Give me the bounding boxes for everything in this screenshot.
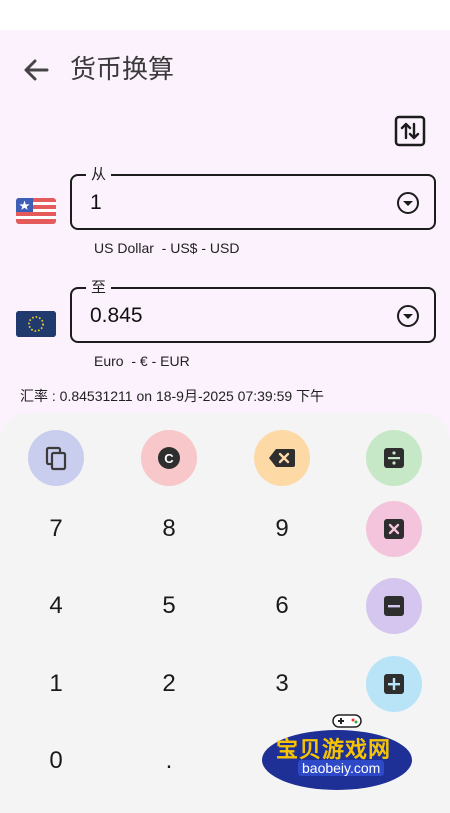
digit-6-button[interactable]: 6: [254, 578, 310, 634]
clear-icon: C: [158, 447, 180, 469]
digit-8-button[interactable]: 8: [141, 501, 197, 557]
arrow-left-icon: [24, 59, 49, 81]
minus-icon: [384, 596, 404, 616]
backspace-button[interactable]: [254, 430, 310, 486]
clear-button[interactable]: C: [141, 430, 197, 486]
from-currency-label: US Dollar - US$ - USD: [94, 240, 240, 256]
swap-icon: [394, 115, 426, 147]
to-field-label: 至: [86, 278, 112, 298]
from-field-label: 从: [86, 165, 112, 185]
multiply-icon: [384, 519, 404, 539]
add-button[interactable]: [366, 656, 422, 712]
back-button[interactable]: [18, 52, 54, 88]
to-currency-label: Euro - € - EUR: [94, 353, 190, 369]
copy-button[interactable]: [28, 430, 84, 486]
digit-5-button[interactable]: 5: [141, 578, 197, 634]
chevron-down-circle-icon[interactable]: [396, 304, 420, 328]
multiply-button[interactable]: [366, 501, 422, 557]
digit-4-button[interactable]: 4: [28, 578, 84, 634]
gamepad-icon: [332, 714, 362, 728]
divide-icon: [384, 448, 404, 468]
digit-0-button[interactable]: 0: [28, 733, 84, 789]
decimal-point-button[interactable]: .: [141, 733, 197, 789]
to-amount-field[interactable]: 至 0.845: [70, 278, 436, 343]
to-amount-value[interactable]: 0.845: [90, 303, 143, 329]
digit-1-button[interactable]: 1: [28, 656, 84, 712]
digit-3-button[interactable]: 3: [254, 656, 310, 712]
exchange-rate-text: 汇率 : 0.84531211 on 18-9月-2025 07:39:59 下…: [20, 388, 325, 404]
from-amount-value[interactable]: 1: [90, 190, 102, 216]
watermark-url: baobeiy.com: [298, 760, 385, 776]
us-flag-icon: [16, 198, 56, 224]
copy-icon: [45, 446, 67, 471]
subtract-button[interactable]: [366, 578, 422, 634]
from-amount-field[interactable]: 从 1: [70, 165, 436, 230]
page-title: 货币换算: [70, 54, 175, 84]
plus-icon: [384, 674, 404, 694]
eu-flag-icon: [16, 311, 56, 337]
backspace-icon: [269, 449, 295, 467]
digit-7-button[interactable]: 7: [28, 501, 84, 557]
digit-2-button[interactable]: 2: [141, 656, 197, 712]
watermark-logo: 宝贝游戏网 baobeiy.com: [262, 712, 414, 792]
chevron-down-circle-icon[interactable]: [396, 191, 420, 215]
swap-currencies-button[interactable]: [393, 114, 427, 148]
divide-button[interactable]: [366, 430, 422, 486]
status-bar: [0, 0, 450, 30]
digit-9-button[interactable]: 9: [254, 501, 310, 557]
